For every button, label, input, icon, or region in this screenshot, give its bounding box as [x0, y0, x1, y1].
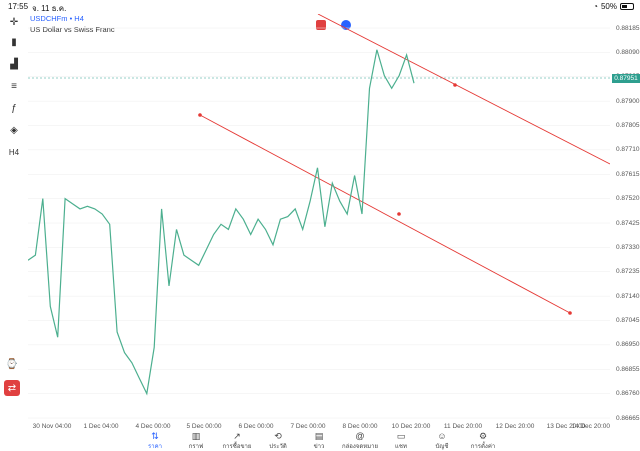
nav-item-label: แชท: [395, 444, 407, 450]
nav-item-trade[interactable]: ↗ การซื้อขาย: [217, 431, 257, 451]
price-tick-label: 0.87425: [616, 219, 640, 227]
status-time: 17:55: [8, 2, 29, 11]
bottom-nav: ⇅ ราคา ▥ กราฟ ↗ การซื้อขาย ⟲ ประวัติ ▤ ข่าว @ กล่อง…: [0, 431, 640, 450]
candles-icon[interactable]: ▮: [6, 34, 22, 50]
price-tick-label: 0.86855: [616, 365, 640, 373]
price-axis: 0.86665 0.86760 0.86855 0.86950 0.87045 0.871…: [610, 14, 640, 434]
price-tick-label: 0.88185: [616, 24, 640, 32]
price-tick-label: 0.87520: [616, 195, 640, 203]
price-tick-label: 0.87900: [616, 97, 640, 105]
nav-item-label: การซื้อขาย: [222, 444, 252, 450]
nav-item-settings[interactable]: ⚙ การตั้งค่า: [463, 431, 503, 451]
price-tick-label: 0.87330: [616, 243, 640, 251]
objects-icon[interactable]: ≡: [6, 78, 22, 94]
battery-label: 50%: [600, 2, 617, 11]
trendline-lower-mid-handle[interactable]: [397, 212, 401, 216]
nav-item-label: ข่าว: [313, 444, 325, 450]
nav-item-news[interactable]: ▤ ข่าว: [299, 431, 339, 451]
shapes-icon[interactable]: ◈: [6, 122, 22, 138]
time-tick-label: 4 Dec 00:00: [135, 423, 171, 430]
time-tick-label: 10 Dec 20:00: [391, 423, 431, 430]
settings-icon: ⚙: [478, 431, 488, 441]
price-tick-label: 0.87045: [616, 317, 640, 324]
news-icon: ▤: [314, 431, 324, 441]
trendline-lower-end-handle[interactable]: [568, 311, 572, 315]
price-chart[interactable]: [28, 14, 610, 434]
price-tick-label: 0.87710: [616, 146, 640, 154]
time-tick-label: 11 Dec 20:00: [443, 423, 483, 430]
price-tick-label: 0.87805: [616, 122, 640, 129]
crosshair-icon[interactable]: ✛: [6, 14, 22, 30]
price-tick-label: 0.86760: [616, 390, 640, 398]
nav-item-account[interactable]: ☺ บัญชี: [422, 431, 462, 451]
nav-item-label: บัญชี: [435, 444, 449, 450]
trendline-upper-handle[interactable]: [453, 83, 457, 87]
chart-icon: ▥: [191, 431, 201, 441]
time-tick-label: 8 Dec 00:00: [342, 423, 378, 430]
nav-item-label: การตั้งค่า: [470, 444, 496, 450]
nav-item-quotes[interactable]: ⇅ ราคา: [135, 431, 175, 451]
time-tick-label: 12 Dec 20:00: [495, 423, 535, 430]
nav-item-mailbox[interactable]: @ กล่องจดหมาย: [340, 431, 380, 451]
current-price-label: 0.87951: [612, 74, 640, 83]
trendline-lower[interactable]: [199, 114, 571, 314]
nav-item-label: กราฟ: [188, 444, 204, 450]
trendline-upper[interactable]: [317, 14, 610, 165]
price-tick-label: 0.87140: [616, 292, 640, 300]
price-tick-label: 0.88090: [616, 48, 640, 56]
function-icon[interactable]: ƒ: [6, 100, 22, 116]
time-tick-label: 5 Dec 00:00: [186, 423, 222, 430]
time-tick-label: 14 Dec 20:00: [571, 423, 610, 430]
account-icon: ☺: [437, 431, 447, 441]
price-tick-label: 0.87235: [616, 268, 640, 276]
status-right: ◔ 50%: [593, 2, 634, 11]
chat-icon: ▭: [396, 431, 406, 441]
nav-item-label: ประวัติ: [269, 444, 287, 450]
nav-item-label: กล่องจดหมาย: [341, 444, 379, 450]
time-tick-label: 6 Dec 00:00: [238, 423, 274, 430]
nav-item-chart[interactable]: ▥ กราฟ: [176, 431, 216, 451]
one-click-trading-icon[interactable]: ⇄: [4, 380, 20, 396]
trendline-lower-start-handle[interactable]: [198, 113, 202, 117]
alarm-icon[interactable]: ⌚: [4, 356, 20, 372]
trade-icon: ↗: [233, 431, 241, 441]
quotes-icon: ⇅: [151, 431, 159, 441]
timeframe-icon[interactable]: H4: [6, 144, 22, 160]
mailbox-icon: @: [355, 431, 365, 441]
status-bar: 17:55 จ. 11 ธ.ค. ◔ 50%: [0, 0, 640, 14]
price-tick-label: 0.86665: [616, 414, 640, 422]
wifi-icon: ◔: [593, 2, 598, 11]
price-tick-label: 0.87615: [616, 170, 640, 178]
nav-item-history[interactable]: ⟲ ประวัติ: [258, 431, 298, 451]
time-tick-label: 1 Dec 04:00: [83, 423, 119, 430]
time-tick-label: 7 Dec 00:00: [290, 423, 326, 430]
indicators-icon[interactable]: ▟: [6, 56, 22, 72]
nav-item-label: ราคา: [148, 444, 162, 450]
price-tick-label: 0.86950: [616, 341, 640, 349]
history-icon: ⟲: [274, 431, 282, 441]
battery-icon: [620, 3, 634, 10]
time-tick-label: 30 Nov 04:00: [32, 423, 72, 430]
nav-item-chat[interactable]: ▭ แชท: [381, 431, 421, 451]
